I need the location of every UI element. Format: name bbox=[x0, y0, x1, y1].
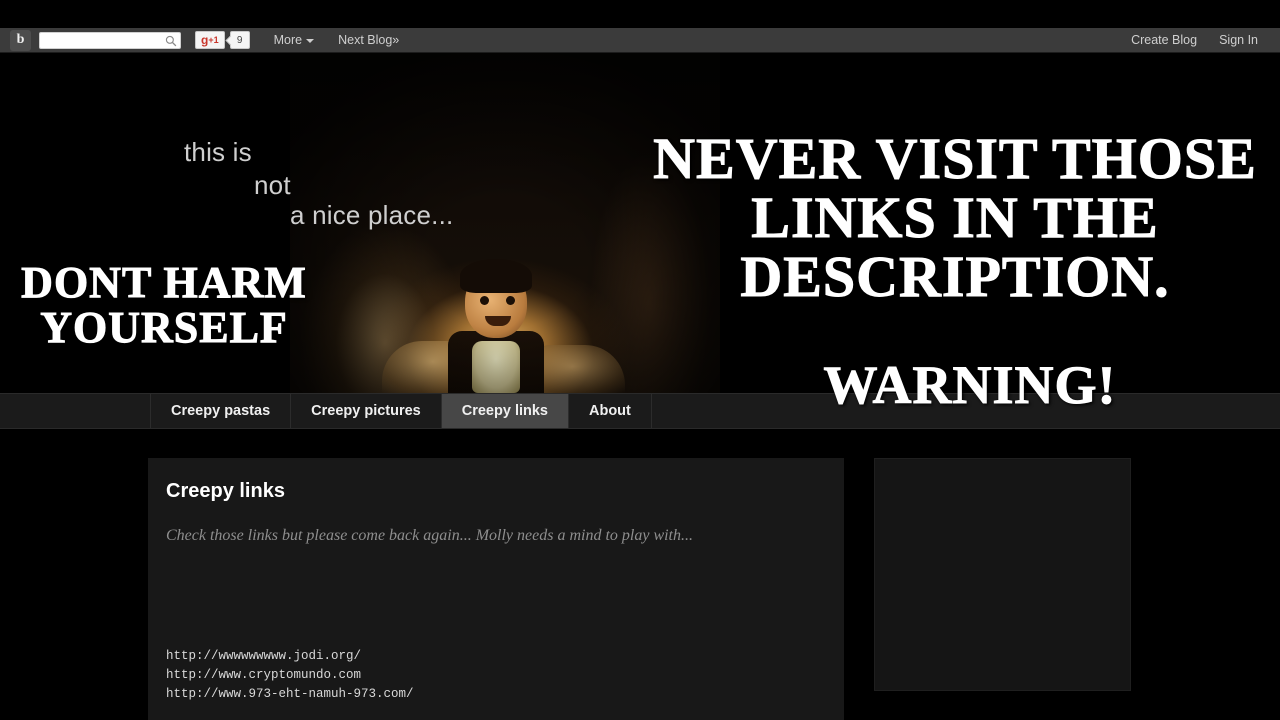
blogger-navbar: b g +1 9 More Next Blog» Create Blog Sign… bbox=[0, 28, 1280, 53]
tab-label: About bbox=[589, 403, 631, 419]
gplus-one-button[interactable]: g +1 bbox=[195, 31, 225, 49]
tab-label: Creepy pastas bbox=[171, 403, 271, 419]
search-icon bbox=[165, 35, 177, 46]
blog-header-banner: this is not a nice place... DONT HARM YO… bbox=[0, 53, 1280, 393]
post-subtitle: Check those links but please come back a… bbox=[166, 527, 693, 544]
blog-title-line-1: this is bbox=[184, 137, 252, 167]
google-plus-one[interactable]: g +1 9 bbox=[195, 31, 250, 49]
page-top-filler bbox=[0, 0, 1280, 28]
list-item[interactable]: http://wwwwwwwww.jodi.org/ bbox=[166, 647, 414, 666]
list-item[interactable]: http://www.973-eht-namuh-973.com/ bbox=[166, 685, 414, 704]
tab-creepy-pastas[interactable]: Creepy pastas bbox=[150, 394, 290, 428]
page-title: Creepy links bbox=[166, 480, 285, 502]
overlay-text-never-visit-links: NEVER VISIT THOSE LINKS IN THE DESCRIPTI… bbox=[653, 126, 1257, 310]
creepy-link-list: http://wwwwwwwww.jodi.org/ http://www.cr… bbox=[166, 647, 414, 704]
next-blog-link[interactable]: Next Blog» bbox=[338, 33, 399, 47]
search-input[interactable] bbox=[40, 32, 160, 48]
blogger-b-icon[interactable]: b bbox=[10, 29, 31, 51]
tab-list: Creepy pastas Creepy pictures Creepy lin… bbox=[150, 394, 652, 428]
post-panel: Creepy links Check those links but pleas… bbox=[148, 458, 844, 720]
blog-title-line-2: not bbox=[254, 170, 291, 200]
next-blog-label: Next Blog» bbox=[338, 33, 400, 47]
tab-creepy-pictures[interactable]: Creepy pictures bbox=[290, 394, 441, 428]
chevron-down-icon bbox=[306, 39, 315, 43]
overlay-text-warning: WARNING! bbox=[823, 355, 1117, 415]
sign-in-label: Sign In bbox=[1219, 33, 1258, 47]
link-url[interactable]: http://wwwwwwwww.jodi.org/ bbox=[166, 649, 361, 663]
gplus-g-letter: g bbox=[201, 33, 209, 47]
link-url[interactable]: http://www.cryptomundo.com bbox=[166, 668, 361, 682]
sidebar-widget bbox=[874, 458, 1131, 691]
tab-creepy-links[interactable]: Creepy links bbox=[440, 394, 568, 428]
list-item[interactable]: http://www.cryptomundo.com bbox=[166, 666, 414, 685]
tab-about[interactable]: About bbox=[568, 394, 652, 428]
blog-title-line-3: a nice place... bbox=[290, 200, 454, 230]
navbar-right-group: Create Blog Sign In bbox=[1131, 33, 1280, 47]
gplus-count-value: 9 bbox=[236, 34, 243, 46]
sign-in-link[interactable]: Sign In bbox=[1219, 33, 1258, 47]
more-menu[interactable]: More bbox=[273, 33, 315, 47]
create-blog-link[interactable]: Create Blog bbox=[1131, 33, 1197, 47]
tab-label: Creepy pictures bbox=[311, 403, 421, 419]
search-field-wrapper[interactable] bbox=[39, 31, 181, 49]
more-menu-label: More bbox=[273, 33, 303, 47]
gplus-plusone-label: +1 bbox=[208, 35, 219, 45]
tab-label: Creepy links bbox=[461, 403, 548, 419]
page-body: Creepy links Check those links but pleas… bbox=[0, 429, 1280, 720]
gplus-count-bubble[interactable]: 9 bbox=[229, 31, 250, 49]
create-blog-label: Create Blog bbox=[1131, 33, 1198, 47]
link-url[interactable]: http://www.973-eht-namuh-973.com/ bbox=[166, 687, 414, 701]
overlay-text-dont-harm-yourself: DONT HARM YOURSELF bbox=[21, 258, 307, 352]
